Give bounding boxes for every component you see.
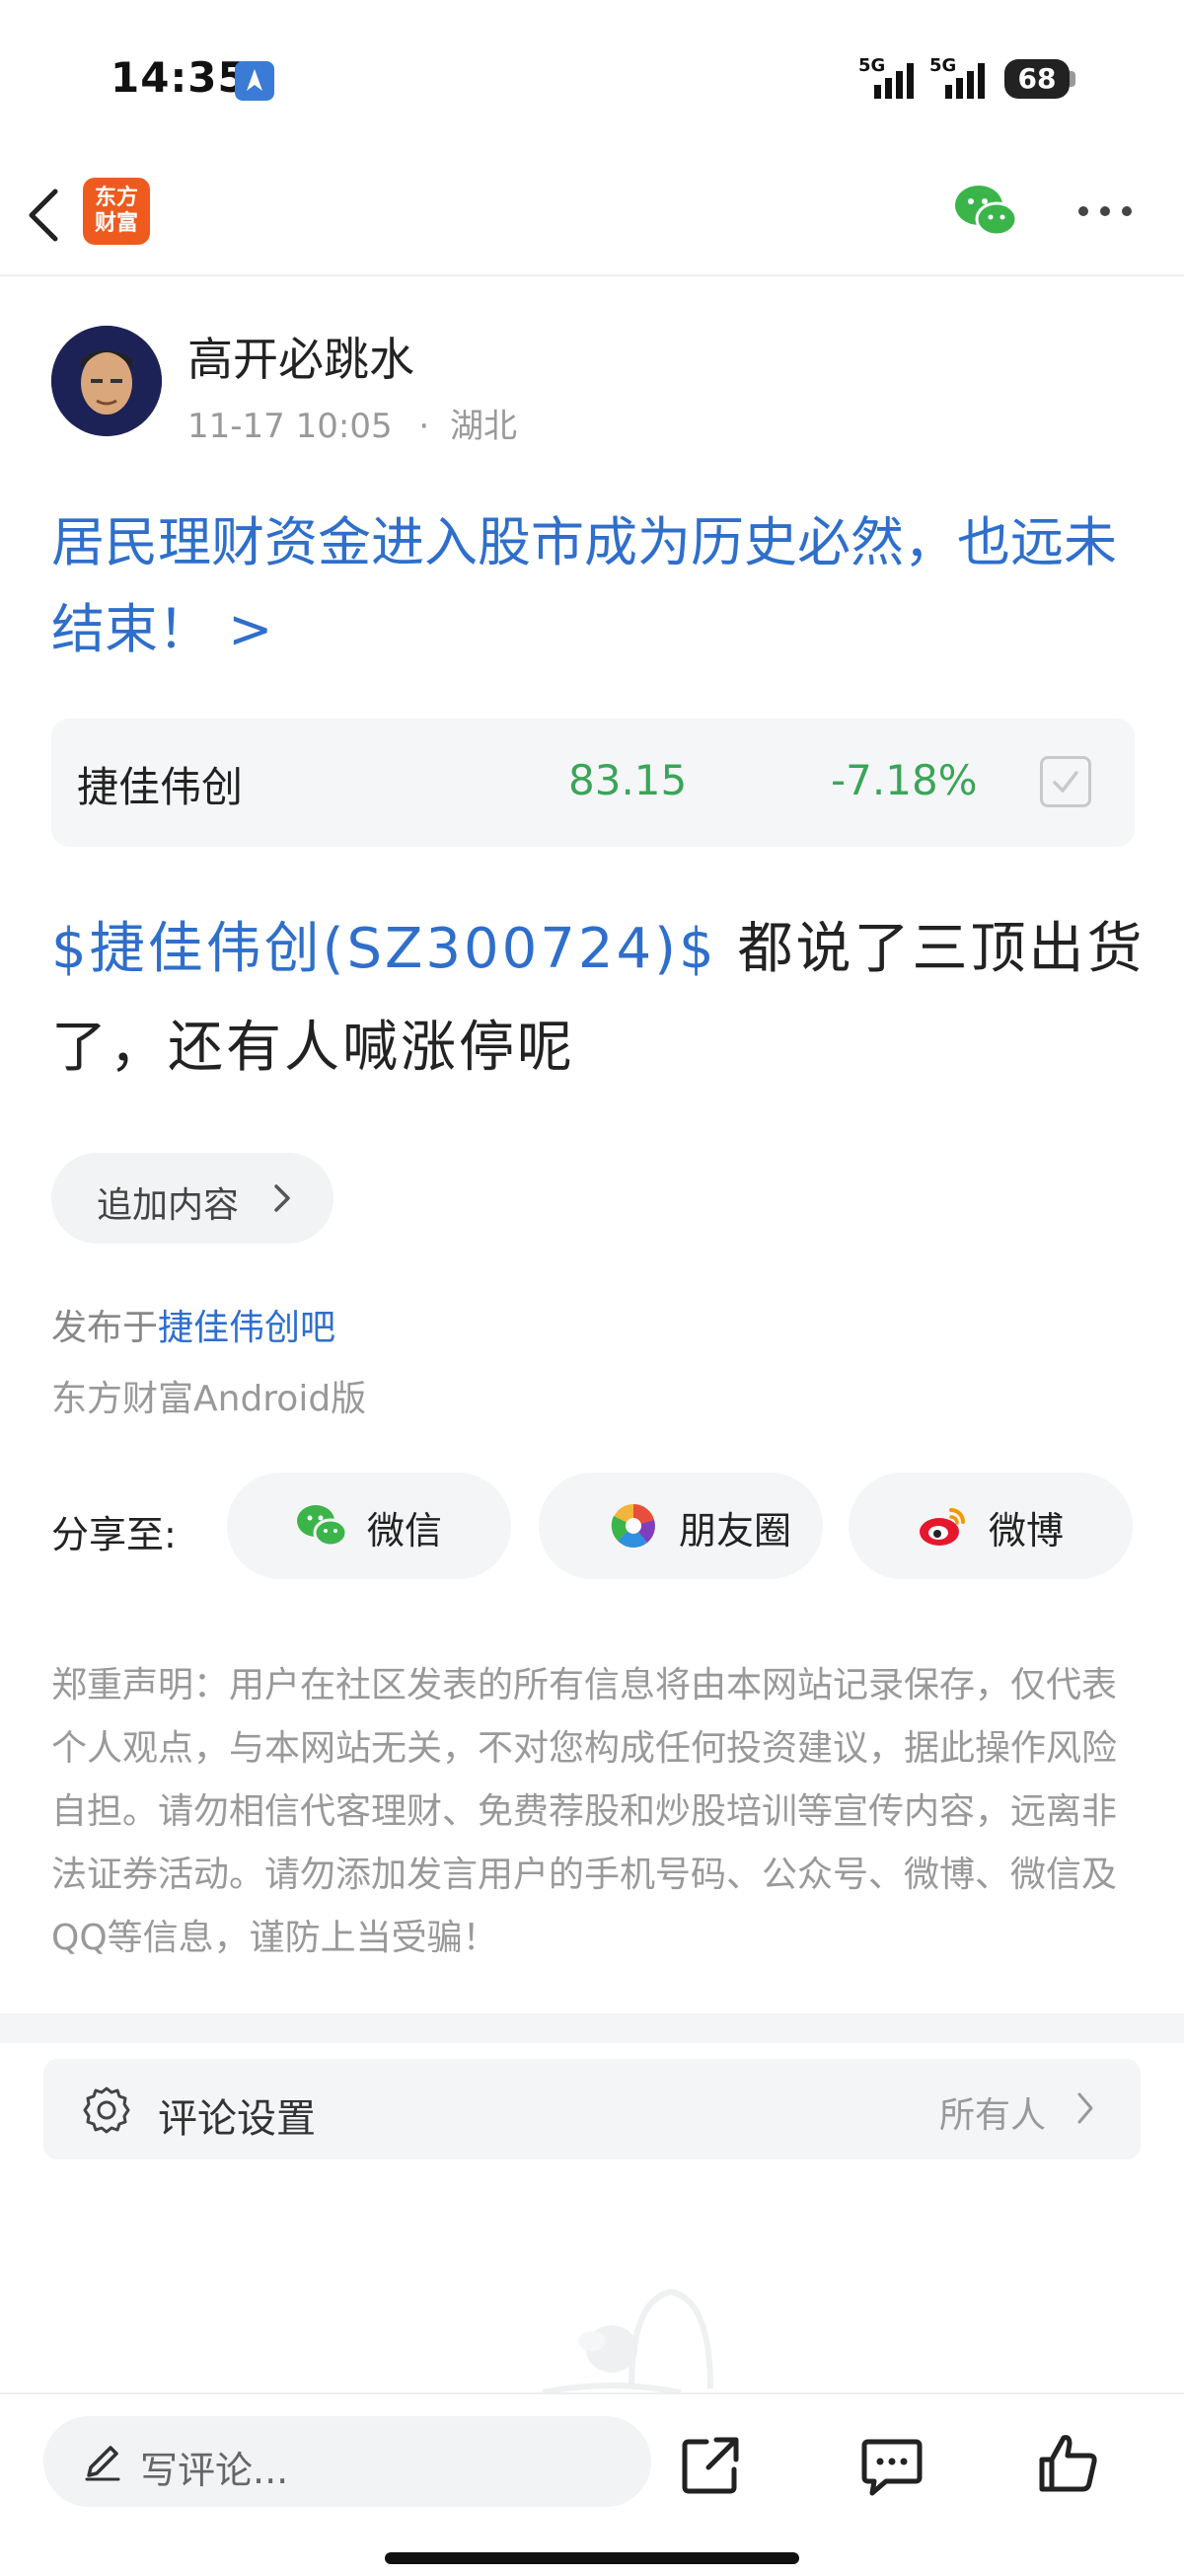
chevron-right-icon — [274, 1184, 290, 1212]
stock-bar-link[interactable]: 捷佳伟创吧 — [158, 1308, 335, 1348]
client-info: 东方财富Android版 — [51, 1379, 367, 1419]
comment-input[interactable]: 写评论... — [43, 2416, 651, 2507]
comment-setting-row[interactable]: 评论设置 所有人 — [43, 2059, 1141, 2159]
comment-setting-label: 评论设置 — [158, 2096, 316, 2142]
share-moments-label: 朋友圈 — [679, 1509, 792, 1553]
stock-change: -7.18% — [831, 756, 978, 804]
stock-name: 捷佳伟创 — [77, 763, 244, 811]
avatar[interactable] — [51, 326, 162, 436]
battery-cap — [1070, 71, 1075, 87]
stock-link[interactable]: $捷佳伟创(SZ300724)$ — [51, 917, 717, 981]
meta-separator: · — [418, 407, 430, 446]
section-divider — [0, 2013, 1184, 2043]
wechat-icon — [297, 1505, 347, 1548]
home-indicator — [385, 2552, 799, 2564]
post-body: $捷佳伟创(SZ300724)$ 都说了三顶出货了，还有人喊涨停呢 — [51, 900, 1147, 1098]
location-arrow-icon — [235, 61, 274, 101]
append-content-button[interactable]: 追加内容 — [51, 1153, 333, 1244]
empty-comments-illustration — [542, 2288, 713, 2395]
share-moments-button[interactable]: 朋友圈 — [539, 1473, 823, 1579]
share-out-icon[interactable] — [679, 2434, 742, 2497]
published-in: 发布于捷佳伟创吧 — [51, 1299, 335, 1350]
comment-placeholder: 写评论... — [140, 2449, 289, 2492]
post-title[interactable]: 居民理财资金进入股市成为历史必然，也远未结束！ > — [51, 499, 1137, 673]
share-weibo-label: 微博 — [989, 1509, 1065, 1553]
signal-icon — [874, 63, 914, 99]
post-location: 湖北 — [450, 407, 518, 446]
bottom-action-bar: 写评论... — [0, 2392, 1184, 2576]
post-meta: 11-17 10:05 · 湖北 — [187, 399, 517, 447]
add-watchlist-checkbox-icon[interactable] — [1040, 756, 1091, 807]
comment-setting-value: 所有人 — [939, 2095, 1047, 2136]
nav-bar: 东方 财富 — [0, 158, 1184, 276]
disclaimer: 郑重声明：用户在社区发表的所有信息将由本网站记录保存，仅代表个人观点，与本网站无… — [51, 1665, 1118, 1958]
gear-icon — [83, 2086, 130, 2134]
share-wechat-button[interactable]: 微信 — [227, 1473, 511, 1579]
stock-price: 83.15 — [568, 756, 688, 804]
app-logo-line1: 东方 — [94, 186, 138, 210]
thumbs-up-icon[interactable] — [1036, 2432, 1099, 2495]
app-logo[interactable]: 东方 财富 — [83, 178, 150, 245]
chevron-right-icon — [1077, 2092, 1093, 2124]
share-label: 分享至: — [51, 1513, 177, 1556]
stock-card[interactable]: 捷佳伟创 83.15 -7.18% — [51, 719, 1135, 847]
post-time: 11-17 10:05 — [187, 407, 393, 446]
signal-icon-2 — [945, 63, 985, 99]
published-prefix: 发布于 — [51, 1308, 159, 1348]
comments-icon[interactable] — [860, 2434, 924, 2497]
pencil-icon — [85, 2446, 120, 2481]
share-wechat-label: 微信 — [367, 1509, 443, 1553]
wechat-icon[interactable] — [953, 182, 1018, 241]
back-arrow-icon[interactable] — [22, 186, 65, 245]
battery-icon: 68 — [1004, 59, 1070, 99]
share-weibo-button[interactable]: 微博 — [849, 1473, 1133, 1579]
author-name[interactable]: 高开必跳水 — [187, 324, 414, 389]
status-time: 14:35 — [111, 53, 248, 102]
app-logo-line2: 财富 — [94, 211, 138, 236]
weibo-icon — [920, 1508, 965, 1546]
more-icon[interactable] — [1075, 203, 1135, 219]
append-content-label: 追加内容 — [97, 1185, 240, 1226]
moments-icon — [611, 1504, 655, 1548]
status-bar: 14:35 5G 5G 68 — [0, 0, 1184, 158]
